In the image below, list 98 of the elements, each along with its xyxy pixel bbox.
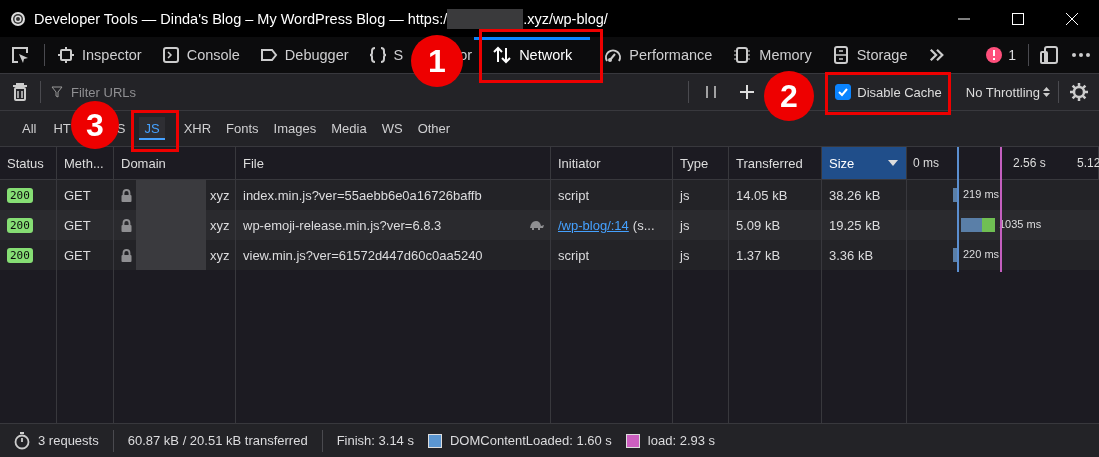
storage-icon	[831, 46, 850, 64]
plus-icon[interactable]	[739, 84, 756, 100]
tool-tab[interactable]: Memory	[726, 41, 818, 69]
up-down-arrows-icon	[492, 46, 513, 64]
type-filter-button[interactable]: Other	[412, 117, 456, 140]
chip-icon	[732, 46, 753, 64]
trash-icon[interactable]	[12, 82, 28, 102]
table-cell: 1.37 kB	[736, 247, 781, 263]
table-cell: 19.25 kB	[829, 217, 881, 233]
timing-label: 220 ms	[963, 248, 1000, 260]
redaction-block	[136, 240, 206, 270]
table-cell: GET	[64, 247, 91, 263]
legend-swatch	[427, 433, 442, 448]
table-cell: js	[680, 247, 690, 263]
request-count: 3 requests	[38, 433, 99, 448]
inspector-icon	[57, 46, 75, 64]
type-filter-button[interactable]: Fonts	[221, 117, 264, 140]
column-header[interactable]: Domain	[121, 155, 166, 171]
highlight-frame	[131, 110, 179, 152]
sort-descending-icon	[888, 160, 898, 166]
checkbox-label[interactable]: Disable Cache	[857, 84, 942, 100]
load-time: load: 2.93 s	[647, 433, 716, 448]
gauge-icon	[604, 46, 623, 64]
table-cell: xyz	[210, 187, 230, 203]
disable-cache-checkbox[interactable]	[835, 84, 852, 100]
window-title: .xyz/wp-blog/	[523, 10, 608, 27]
type-filter-button[interactable]: XHR	[178, 117, 217, 140]
lock-icon	[121, 248, 132, 262]
column-header[interactable]: Transferred	[736, 155, 803, 171]
tool-tab[interactable]: S	[362, 41, 406, 69]
type-filter-button[interactable]: Media	[326, 117, 372, 140]
status-badge: 200	[7, 247, 33, 263]
table-cell: 38.26 kB	[829, 187, 881, 203]
error-count[interactable]: 1	[1008, 47, 1016, 63]
table-cell: (s...	[632, 217, 655, 233]
type-filter-button[interactable]: All	[17, 117, 42, 140]
table-cell: 14.05 kB	[736, 187, 788, 203]
table-cell: js	[680, 217, 690, 233]
maximize-icon[interactable]	[1011, 11, 1025, 26]
transfer-summary: 60.87 kB / 20.51 kB transferred	[127, 433, 308, 448]
status-badge: 200	[7, 217, 33, 233]
timing-bar	[961, 218, 995, 232]
finish-time: Finish: 3.14 s	[336, 433, 414, 448]
pause-icon[interactable]	[705, 85, 718, 99]
column-header[interactable]: Size	[822, 147, 907, 179]
type-filter-button[interactable]: HT	[48, 117, 71, 140]
type-filter-button[interactable]: Images	[268, 117, 322, 140]
tool-tab[interactable]: Inspector	[51, 41, 148, 69]
legend-swatch	[625, 433, 640, 448]
column-header[interactable]: File	[243, 155, 264, 171]
status-badge: 200	[7, 187, 33, 203]
filter-icon	[51, 86, 63, 98]
column-header[interactable]: Meth...	[64, 155, 104, 171]
tool-tab[interactable]: Performance	[598, 41, 719, 69]
column-header[interactable]: Status	[7, 155, 44, 171]
lock-icon	[121, 188, 132, 202]
checkmark-icon	[837, 86, 850, 98]
dom-content-loaded-time: DOMContentLoaded: 1.60 s	[449, 433, 612, 448]
console-icon	[161, 46, 180, 64]
close-icon[interactable]	[1065, 11, 1079, 26]
stopwatch-icon	[14, 431, 30, 450]
column-header[interactable]: Initiator	[558, 155, 601, 171]
lock-icon	[121, 218, 132, 232]
table-cell: xyz	[210, 217, 230, 233]
timeline-tick: 2.56 s	[1013, 156, 1046, 170]
timing-label: 219 ms	[963, 188, 1000, 200]
tool-tab[interactable]: Console	[155, 41, 246, 69]
throttling-dropdown[interactable]: No Throttling	[959, 84, 1052, 100]
table-cell: script	[558, 247, 590, 263]
window-title: Developer Tools — Dinda's Blog – My WordPress Blog — https:/	[34, 10, 448, 27]
element-picker-icon[interactable]	[10, 45, 30, 65]
table-cell: xyz	[210, 247, 230, 263]
timeline-tick: 0 ms	[913, 156, 939, 170]
debugger-icon	[259, 46, 278, 64]
table-cell: GET	[64, 217, 91, 233]
tool-tab[interactable]: Debugger	[253, 41, 355, 69]
app-icon	[10, 10, 26, 27]
initiator-link[interactable]: /wp-blog/:14	[558, 217, 629, 233]
type-filter-button[interactable]: WS	[376, 117, 408, 140]
timeline-tick: 5.12	[1077, 156, 1099, 170]
dropdown-arrows-icon	[1043, 86, 1050, 98]
error-icon[interactable]	[986, 47, 1003, 63]
settings-icon[interactable]	[1069, 82, 1089, 102]
table-cell: 3.36 kB	[829, 247, 874, 263]
tool-tab[interactable]: Storage	[825, 41, 914, 69]
table-cell: js	[680, 187, 690, 203]
responsive-design-icon[interactable]	[1039, 45, 1059, 65]
table-cell: index.min.js?ver=55aebb6e0a16726baffb	[243, 187, 482, 203]
more-options-icon[interactable]	[1071, 52, 1091, 58]
table-cell: 5.09 kB	[736, 217, 781, 233]
table-cell: GET	[64, 187, 91, 203]
table-cell: script	[558, 187, 590, 203]
table-cell: wp-emoji-release.min.js?ver=6.8.3	[243, 217, 442, 233]
type-filter-button[interactable]: JS	[139, 117, 165, 140]
table-cell: view.min.js?ver=61572d447d60c0aa5240	[243, 247, 483, 263]
more-tools-icon[interactable]	[927, 47, 946, 63]
column-header[interactable]: Type	[680, 155, 709, 171]
braces-icon	[368, 46, 387, 64]
